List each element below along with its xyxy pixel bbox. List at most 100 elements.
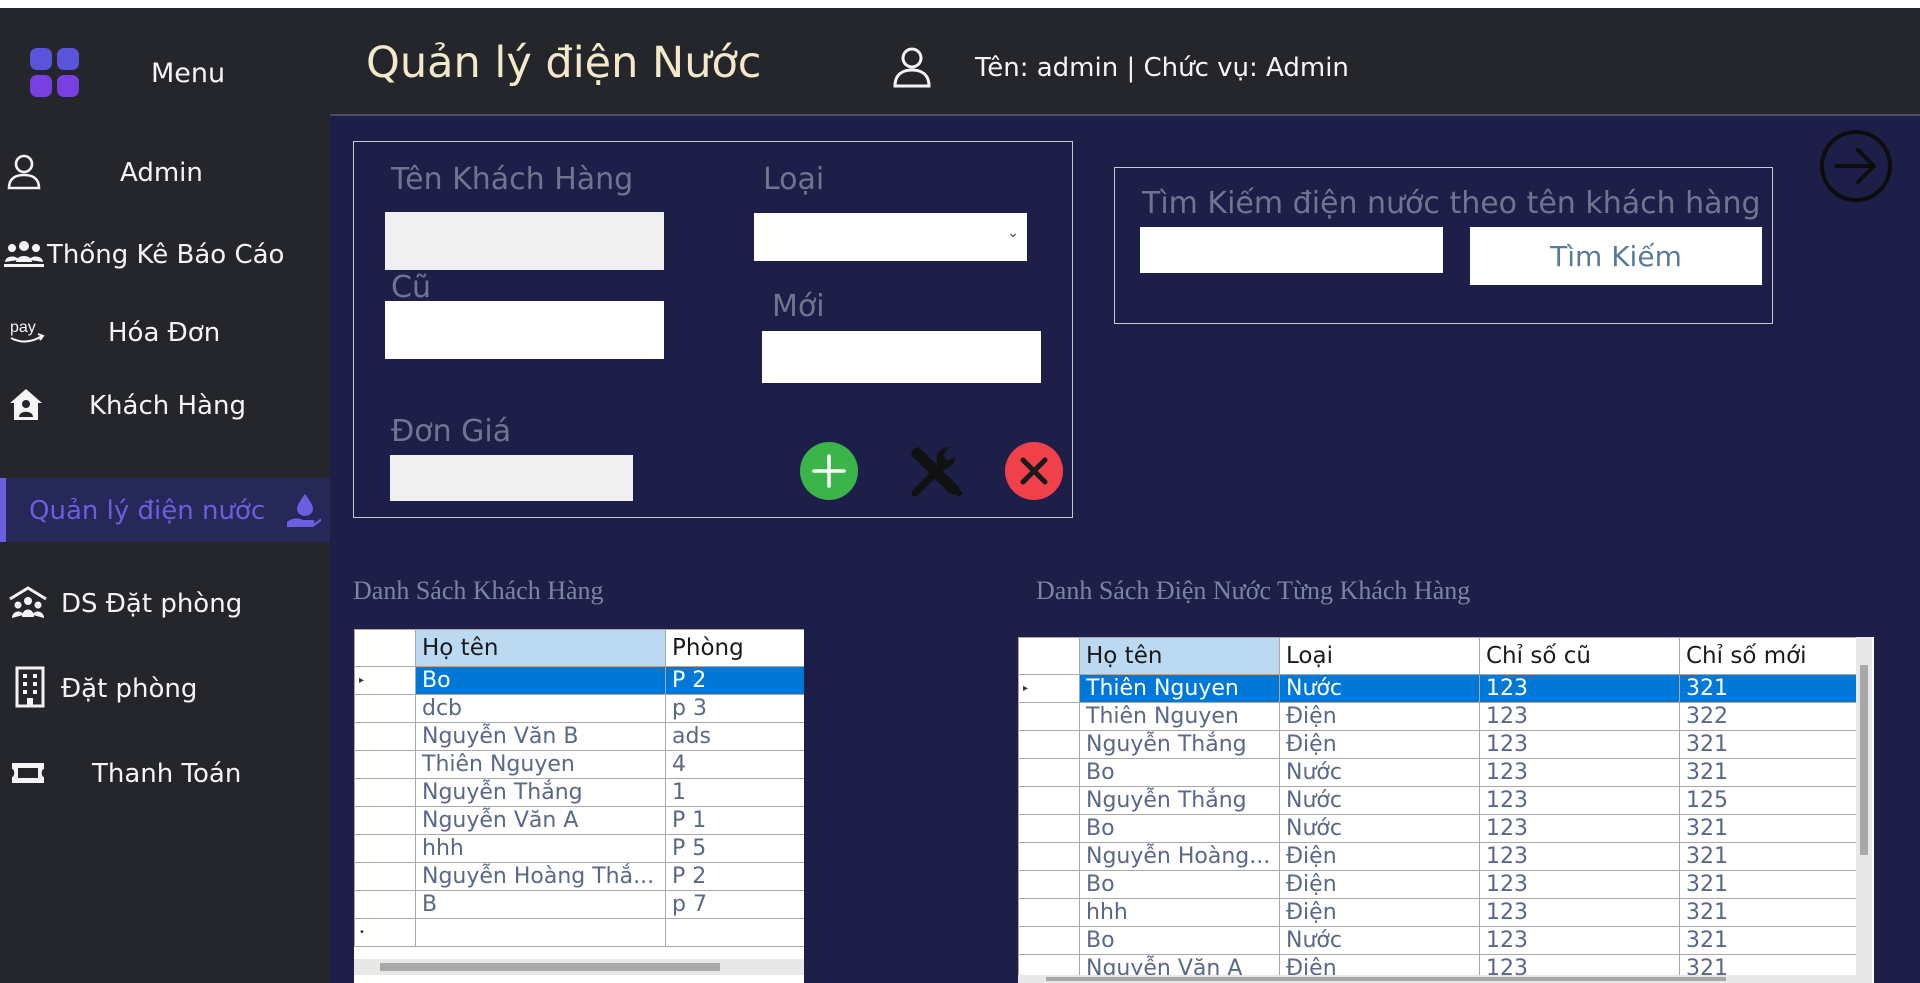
- sidebar-item-hoa-don[interactable]: pay Hóa Đơn: [0, 300, 330, 364]
- table-cell[interactable]: 123: [1479, 926, 1680, 955]
- row-header[interactable]: [1018, 898, 1080, 927]
- row-header[interactable]: [1018, 786, 1080, 815]
- row-header[interactable]: [1018, 926, 1080, 955]
- table-cell[interactable]: P 5: [665, 834, 804, 863]
- sidebar-item-admin[interactable]: Admin: [0, 140, 330, 204]
- table-cell[interactable]: 321: [1679, 870, 1857, 899]
- table-cell[interactable]: P 2: [665, 666, 804, 695]
- scrollbar-thumb[interactable]: [1860, 665, 1868, 855]
- table-row[interactable]: ▸ Thiên Nguyen Nước 123 321: [1018, 674, 1857, 703]
- table-cell[interactable]: 123: [1479, 702, 1680, 731]
- table-row[interactable]: Nguyễn Văn Bads: [354, 722, 804, 751]
- sidebar-item-thanh-toan[interactable]: Thanh Toán: [0, 741, 330, 805]
- table-cell[interactable]: Nguyễn Thắng: [1079, 730, 1280, 759]
- column-header-name[interactable]: Họ tên: [1079, 637, 1280, 675]
- table-row[interactable]: Bo Nước 123 321: [1018, 758, 1857, 787]
- table-cell[interactable]: [415, 918, 666, 947]
- table-cell[interactable]: Điện: [1279, 898, 1480, 927]
- new-row-marker-icon[interactable]: •: [354, 918, 416, 947]
- table-cell[interactable]: 123: [1479, 814, 1680, 843]
- table-cell[interactable]: 123: [1479, 786, 1680, 815]
- row-header[interactable]: [1018, 758, 1080, 787]
- search-input[interactable]: [1140, 227, 1443, 273]
- customer-name-input[interactable]: [385, 212, 664, 270]
- table-cell[interactable]: B: [415, 890, 666, 919]
- table-cell[interactable]: Điện: [1279, 870, 1480, 899]
- table-cell[interactable]: Bo: [1079, 758, 1280, 787]
- table-row[interactable]: Nguyễn Hoàng... Điện 123 321: [1018, 842, 1857, 871]
- table-row[interactable]: Thiên Nguyen 4: [354, 750, 804, 779]
- table-cell[interactable]: Điện: [1279, 730, 1480, 759]
- current-row-marker-icon[interactable]: ▸: [354, 666, 416, 695]
- row-header[interactable]: [354, 806, 416, 835]
- column-header-old-index[interactable]: Chỉ số cũ: [1479, 637, 1680, 675]
- table-cell[interactable]: Nguyễn Hoàng Thắ...: [415, 862, 666, 891]
- table-cell[interactable]: Bo: [1079, 926, 1280, 955]
- table-row[interactable]: Nguyễn Hoàng Thắ... P 2: [354, 862, 804, 891]
- row-header[interactable]: [354, 750, 416, 779]
- table-row[interactable]: Bo Điện 123 321: [1018, 870, 1857, 899]
- table-cell[interactable]: Thiên Nguyen: [1079, 674, 1280, 703]
- table-row[interactable]: Nguyễn Thắng Nước 123 125: [1018, 786, 1857, 815]
- table-cell[interactable]: hhh: [415, 834, 666, 863]
- column-header-type[interactable]: Loại: [1279, 637, 1480, 675]
- table-cell[interactable]: [665, 918, 804, 947]
- horizontal-scrollbar[interactable]: [1018, 975, 1856, 983]
- sidebar-item-quan-ly-dien-nuoc[interactable]: Quản lý điện nước: [0, 478, 330, 542]
- table-cell[interactable]: 4: [665, 750, 804, 779]
- table-cell[interactable]: p 7: [665, 890, 804, 919]
- type-select[interactable]: ⌄: [754, 213, 1027, 261]
- table-cell[interactable]: 321: [1679, 730, 1857, 759]
- table-cell[interactable]: 321: [1679, 674, 1857, 703]
- table-row[interactable]: Nguyễn Thắng 1: [354, 778, 804, 807]
- table-cell[interactable]: Nước: [1279, 786, 1480, 815]
- table-row[interactable]: Bp 7: [354, 890, 804, 919]
- table-cell[interactable]: Nước: [1279, 926, 1480, 955]
- row-header[interactable]: [1018, 730, 1080, 759]
- table-cell[interactable]: Nguyễn Văn A: [415, 806, 666, 835]
- table-cell[interactable]: 123: [1479, 730, 1680, 759]
- new-row[interactable]: •: [354, 918, 804, 947]
- table-cell[interactable]: Điện: [1279, 842, 1480, 871]
- table-row[interactable]: Bo Nước 123 321: [1018, 814, 1857, 843]
- table-cell[interactable]: 125: [1679, 786, 1857, 815]
- table-cell[interactable]: P 1: [665, 806, 804, 835]
- column-header-new-index[interactable]: Chỉ số mới: [1679, 637, 1857, 675]
- table-cell[interactable]: dcb: [415, 694, 666, 723]
- table-cell[interactable]: 321: [1679, 814, 1857, 843]
- table-cell[interactable]: 123: [1479, 674, 1680, 703]
- table-row[interactable]: hhh Điện 123 321: [1018, 898, 1857, 927]
- table-row[interactable]: ▸ Bo P 2: [354, 666, 804, 695]
- old-index-input[interactable]: [385, 301, 664, 359]
- table-cell[interactable]: hhh: [1079, 898, 1280, 927]
- row-header[interactable]: [354, 722, 416, 751]
- row-header[interactable]: [354, 778, 416, 807]
- column-header-room[interactable]: Phòng: [665, 629, 804, 667]
- row-header[interactable]: [354, 834, 416, 863]
- table-cell[interactable]: 123: [1479, 758, 1680, 787]
- customers-grid[interactable]: Họ tên Phòng ▸ Bo P 2 dcb p 3 Nguyễn Văn Bads…: [354, 629, 804, 983]
- table-row[interactable]: Nguyễn Thắng Điện 123 321: [1018, 730, 1857, 759]
- table-cell[interactable]: Nguyễn Hoàng...: [1079, 842, 1280, 871]
- table-cell[interactable]: 321: [1679, 926, 1857, 955]
- table-cell[interactable]: Nguyễn Thắng: [415, 778, 666, 807]
- table-cell[interactable]: 1: [665, 778, 804, 807]
- add-button[interactable]: [799, 441, 859, 501]
- row-header[interactable]: [354, 890, 416, 919]
- new-index-input[interactable]: [762, 331, 1041, 383]
- table-cell[interactable]: 123: [1479, 898, 1680, 927]
- table-row[interactable]: Nguyễn Văn AP 1: [354, 806, 804, 835]
- table-cell[interactable]: Bo: [1079, 814, 1280, 843]
- horizontal-scrollbar[interactable]: [354, 959, 804, 975]
- table-cell[interactable]: P 2: [665, 862, 804, 891]
- sidebar-item-ds-dat-phong[interactable]: DS Đặt phòng: [0, 571, 330, 635]
- current-row-marker-icon[interactable]: ▸: [1018, 674, 1080, 703]
- table-cell[interactable]: Bo: [1079, 870, 1280, 899]
- row-header[interactable]: [1018, 870, 1080, 899]
- table-cell[interactable]: Nước: [1279, 674, 1480, 703]
- table-cell[interactable]: 123: [1479, 870, 1680, 899]
- table-row[interactable]: hhh P 5: [354, 834, 804, 863]
- table-cell[interactable]: Điện: [1279, 702, 1480, 731]
- sidebar-item-dat-phong[interactable]: Đặt phòng: [0, 656, 330, 720]
- vertical-scrollbar[interactable]: [1856, 637, 1872, 983]
